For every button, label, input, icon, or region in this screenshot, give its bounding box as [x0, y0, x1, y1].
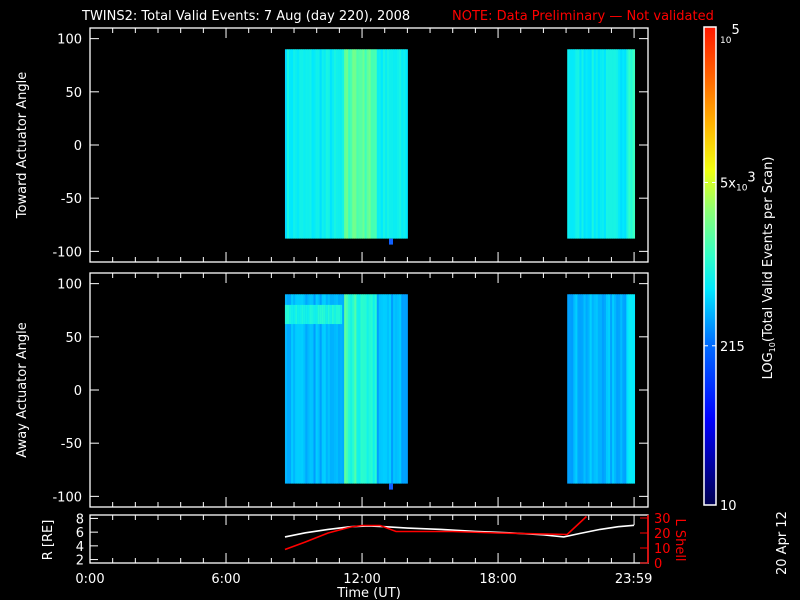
heatmap-cell	[632, 294, 636, 484]
colorbar	[703, 26, 717, 506]
y-tick-label: -50	[61, 192, 82, 207]
colorbar-tick-label: 5x103	[720, 170, 756, 193]
orbit-xlabel: Time (UT)	[336, 586, 401, 600]
y-tick-label: 0	[74, 384, 82, 399]
y-tick-label: 100	[57, 278, 82, 293]
y2-tick-label: 20	[654, 527, 671, 542]
orbit-ylabel: R [RE]	[41, 520, 56, 561]
heatmap-cell	[632, 49, 636, 239]
away-panel: 100 50 0 -50 -100	[52, 272, 649, 508]
orbit-y2label: L Shell	[672, 518, 687, 561]
y2-tick-label: 0	[654, 557, 662, 572]
y-tick-label: -50	[61, 437, 82, 452]
y-tick-label: 0	[74, 139, 82, 154]
colorbar-tick-label: 215	[720, 340, 745, 355]
x-tick-label: 12:00	[343, 572, 380, 587]
colorbar-label: LOG10(Total Valid Events per Scan)	[761, 157, 777, 380]
toward-ylabel: Toward Actuator Angle	[15, 72, 30, 219]
title-main: TWINS2: Total Valid Events: 7 Aug (day 2…	[81, 9, 410, 24]
x-tick-label: 6:00	[211, 572, 240, 587]
toward-panel: 100 50 0 -50 -100	[52, 27, 649, 263]
y-tick-label: 2	[76, 554, 84, 569]
y2-tick-label: 30	[654, 512, 671, 527]
x-tick-label: 18:00	[479, 572, 516, 587]
y-tick-label: 50	[65, 331, 82, 346]
twins-plot: TWINS2: Total Valid Events: 7 Aug (day 2…	[15, 9, 790, 600]
panel-frame	[89, 514, 649, 564]
y2-tick-label: 10	[654, 542, 671, 557]
x-tick-label: 23:59	[615, 572, 652, 587]
colorbar-tick-label: 105	[720, 23, 740, 46]
heatmap-cell	[389, 238, 393, 245]
title-note: NOTE: Data Preliminary — Not validated	[452, 9, 714, 24]
date-stamp: 20 Apr 12	[775, 511, 790, 575]
y-tick-label: -100	[52, 490, 82, 505]
heatmap-cell	[389, 483, 393, 490]
y-tick-label: -100	[52, 245, 82, 260]
y-tick-label: 100	[57, 33, 82, 48]
heatmap-cell	[405, 294, 408, 484]
colorbar-tick-label: 10	[720, 499, 737, 514]
x-tick-label: 0:00	[75, 572, 104, 587]
heatmap-cell	[405, 49, 408, 239]
away-ylabel: Away Actuator Angle	[15, 322, 30, 457]
lshell-line	[284, 515, 588, 551]
orbit-panel: 864230201000:00 6:00 12:00 18:00 23:59	[75, 512, 670, 587]
y-tick-label: 50	[65, 86, 82, 101]
